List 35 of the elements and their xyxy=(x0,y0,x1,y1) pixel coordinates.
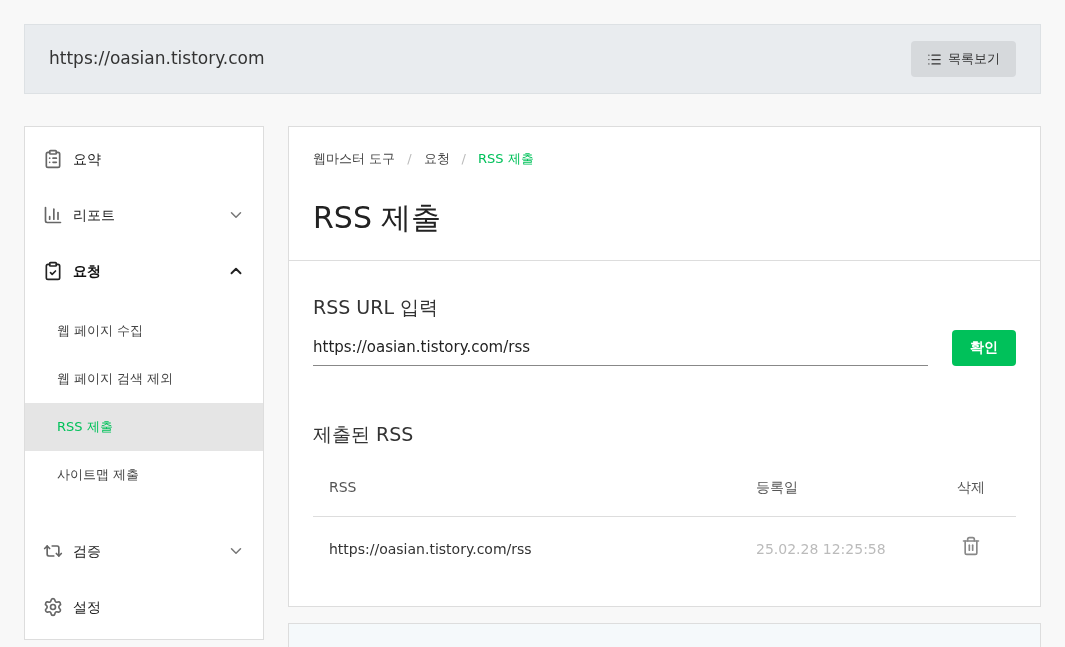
settings-icon xyxy=(43,597,63,617)
list-icon xyxy=(927,51,942,67)
delete-button[interactable] xyxy=(961,536,981,557)
sidebar-label: 요약 xyxy=(73,149,102,169)
site-url: https://oasian.tistory.com xyxy=(49,47,265,71)
section-title: 제출된 RSS xyxy=(313,421,415,447)
page-title: RSS 제출 xyxy=(313,198,443,236)
table-cell: https://oasian.tistory.com/rss xyxy=(313,516,756,582)
breadcrumb-link[interactable]: 요청 xyxy=(423,149,450,169)
breadcrumb-separator: / xyxy=(407,150,412,168)
sidebar-label: 요청 xyxy=(73,261,102,281)
sidebar-subitem[interactable]: 사이트맵 제출 xyxy=(25,451,263,499)
clipboard-check-icon xyxy=(43,261,63,281)
url-input-field[interactable]: https://oasian.tistory.com/rss xyxy=(313,329,928,366)
breadcrumb-link[interactable]: 웹마스터 도구 xyxy=(313,149,396,169)
sidebar-item[interactable]: 요약 xyxy=(25,131,263,187)
table-cell: 25.02.28 12:25:58 xyxy=(756,516,926,582)
sidebar-subitem[interactable]: 웹 페이지 검색 제외 xyxy=(25,355,263,403)
list-view-button[interactable]: 목록보기 xyxy=(911,41,1016,77)
clipboard-list-icon xyxy=(43,149,63,169)
bar-chart-icon xyxy=(43,205,63,225)
sidebar-label: 설정 xyxy=(73,597,102,617)
sidebar-subitem[interactable]: 웹 페이지 수집 xyxy=(25,307,263,355)
breadcrumb-separator: / xyxy=(461,150,466,168)
column-header: RSS xyxy=(313,460,756,516)
column-header: 등록일 xyxy=(756,460,926,516)
sidebar-item[interactable]: 요청 xyxy=(25,243,263,299)
trash-icon xyxy=(961,536,981,557)
sidebar-item[interactable]: 검증 xyxy=(25,523,263,579)
sidebar-label: 검증 xyxy=(73,541,102,561)
sidebar-item[interactable]: 설정 xyxy=(25,579,263,635)
section-title: RSS URL 입력 xyxy=(313,295,440,320)
sidebar-label: 리포트 xyxy=(73,205,116,225)
column-header: 삭제 xyxy=(926,460,1016,516)
sidebar-item[interactable]: 리포트 xyxy=(25,187,263,243)
